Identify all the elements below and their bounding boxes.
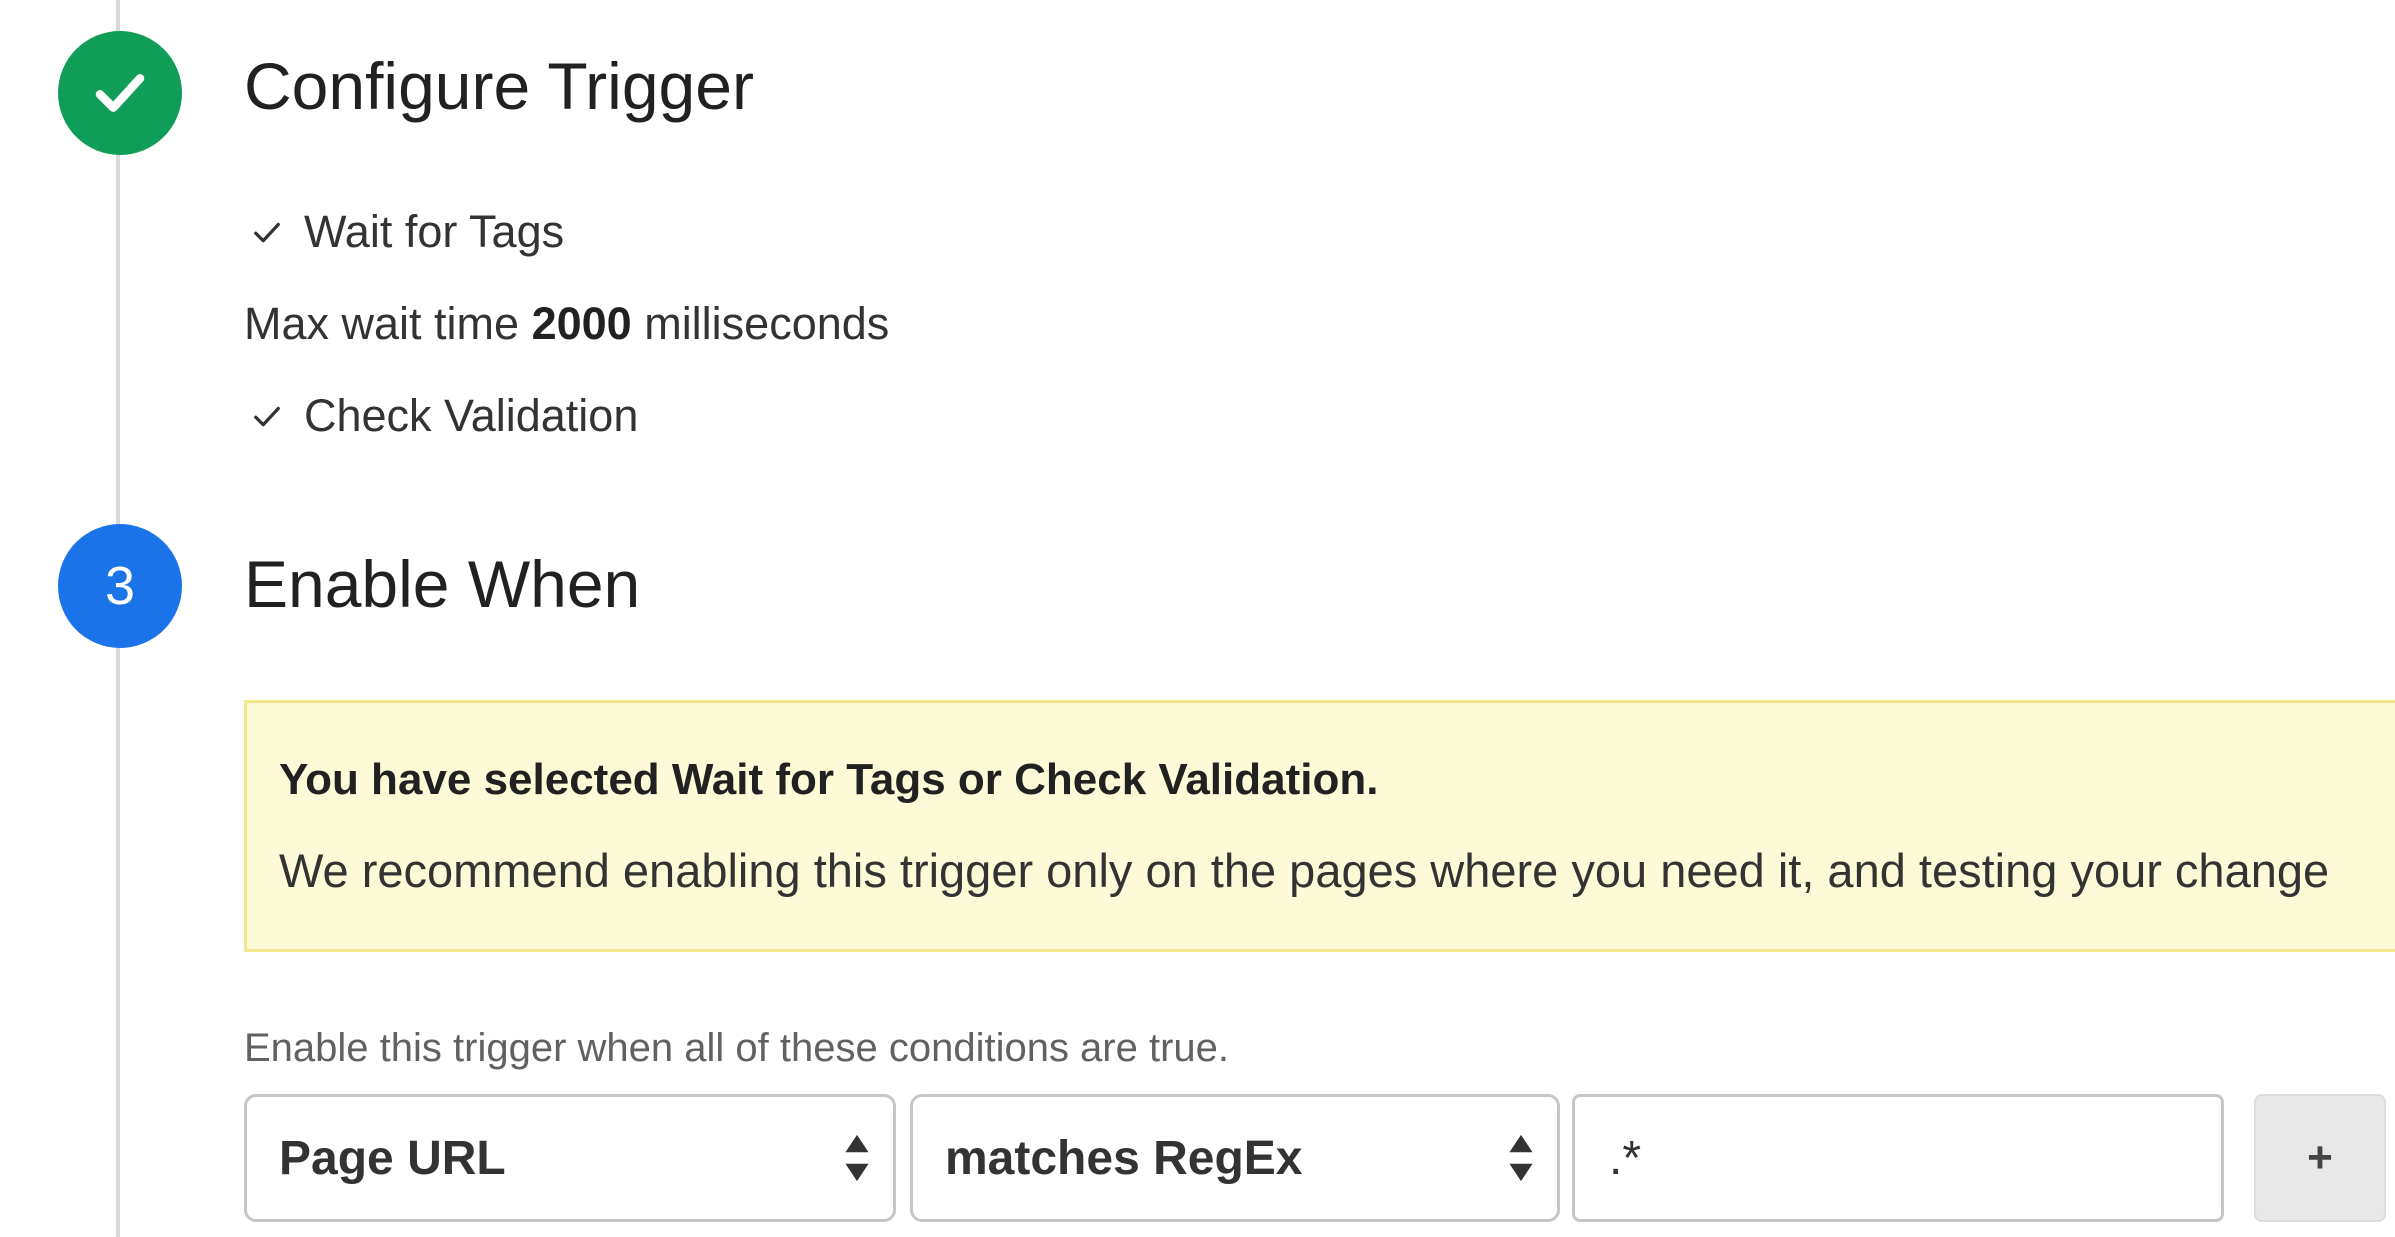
max-wait-unit: milliseconds <box>644 298 890 349</box>
condition-value-input[interactable] <box>1572 1094 2224 1222</box>
option-wait-for-tags: Wait for Tags <box>250 206 564 258</box>
checkmark-icon <box>95 74 145 112</box>
option-label: Wait for Tags <box>304 206 565 257</box>
step-complete-badge <box>58 31 182 155</box>
variable-select[interactable]: Page URL <box>244 1094 896 1222</box>
max-wait-time: Max wait time 2000 milliseconds <box>244 298 889 350</box>
up-down-arrows-icon <box>845 1134 869 1182</box>
step-number-badge: 3 <box>58 524 182 648</box>
max-wait-prefix: Max wait time <box>244 298 520 349</box>
variable-select-value: Page URL <box>279 1131 506 1185</box>
trigger-editor: Configure Trigger Wait for Tags Max wait… <box>0 0 2395 1237</box>
step-title-enable-when: Enable When <box>244 547 641 621</box>
operator-select-value: matches RegEx <box>945 1131 1303 1185</box>
warning-banner: You have selected Wait for Tags or Check… <box>244 700 2395 952</box>
step-title-configure-trigger: Configure Trigger <box>244 49 754 123</box>
check-icon <box>250 206 290 258</box>
up-down-arrows-icon <box>1509 1134 1533 1182</box>
add-condition-button[interactable]: + <box>2254 1094 2386 1222</box>
option-check-validation: Check Validation <box>250 390 638 442</box>
warning-title: You have selected Wait for Tags or Check… <box>279 755 1379 804</box>
warning-body: We recommend enabling this trigger only … <box>279 844 2330 897</box>
max-wait-value: 2000 <box>531 298 632 349</box>
operator-select[interactable]: matches RegEx <box>910 1094 1560 1222</box>
option-label: Check Validation <box>304 390 639 441</box>
check-icon <box>250 390 290 442</box>
conditions-label: Enable this trigger when all of these co… <box>244 1026 1230 1070</box>
